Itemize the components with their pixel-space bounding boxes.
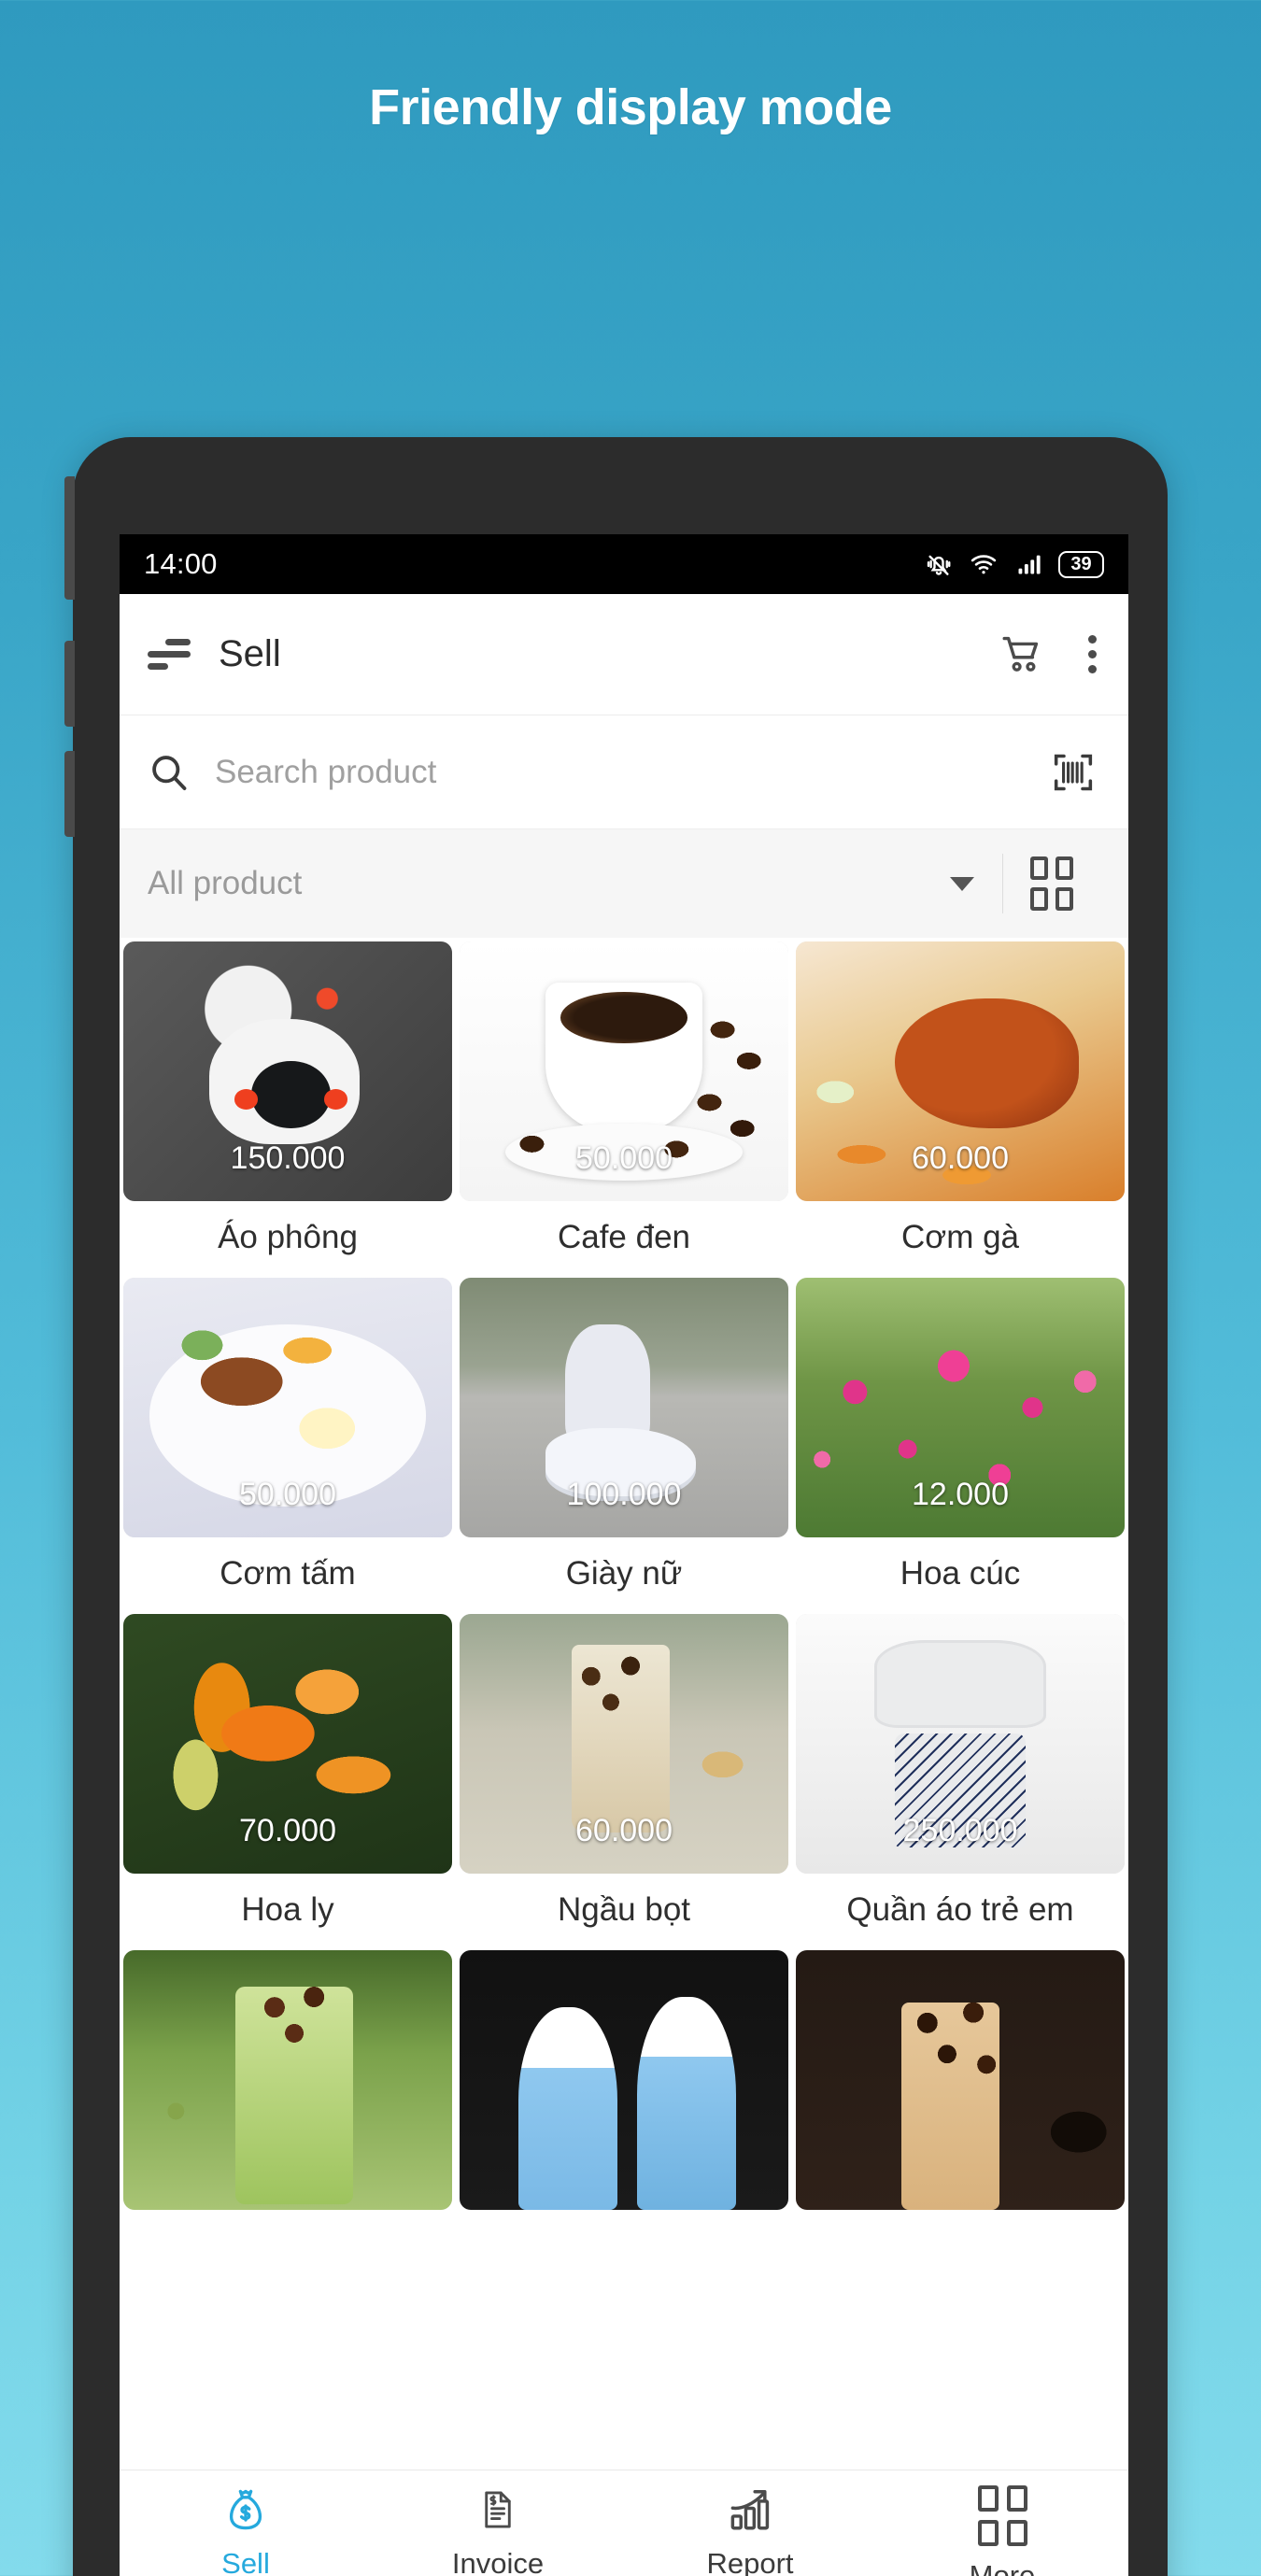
product-card[interactable]: 60.000 Cơm gà bbox=[796, 941, 1125, 1278]
product-name: Quần áo trẻ em bbox=[846, 1891, 1074, 1928]
product-image bbox=[123, 1950, 452, 2210]
product-card[interactable]: 12.000 Hoa cúc bbox=[796, 1278, 1125, 1614]
shopping-cart-icon[interactable] bbox=[998, 632, 1046, 677]
product-card[interactable]: 50.000 Cafe đen bbox=[460, 941, 788, 1278]
app-bar: Sell bbox=[120, 594, 1128, 715]
product-name: Ngầu bọt bbox=[557, 1891, 691, 1928]
bar-chart-trend-icon bbox=[730, 2489, 770, 2530]
chevron-down-icon bbox=[950, 876, 974, 891]
status-icon-group: 39 bbox=[925, 550, 1104, 578]
product-thumbnail[interactable]: 150.000 bbox=[123, 941, 452, 1201]
status-clock: 14:00 bbox=[144, 547, 218, 580]
product-card[interactable] bbox=[460, 1950, 788, 2210]
product-thumbnail[interactable]: 12.000 bbox=[796, 1278, 1125, 1537]
product-card[interactable]: 250.000 Quần áo trẻ em bbox=[796, 1614, 1125, 1950]
product-price: 150.000 bbox=[230, 1140, 346, 1176]
product-price: 70.000 bbox=[239, 1813, 336, 1848]
product-thumbnail[interactable]: 50.000 bbox=[460, 941, 788, 1201]
status-bar: 14:00 39 bbox=[120, 534, 1128, 594]
search-icon[interactable] bbox=[148, 751, 191, 794]
product-price: 60.000 bbox=[912, 1140, 1009, 1176]
page-title: Sell bbox=[219, 633, 281, 674]
product-card[interactable]: 50.000 Cơm tấm bbox=[123, 1278, 452, 1614]
product-thumbnail[interactable]: 100.000 bbox=[460, 1278, 788, 1537]
product-thumbnail[interactable] bbox=[123, 1950, 452, 2210]
filter-bar: All product bbox=[120, 829, 1128, 938]
bell-mute-icon bbox=[927, 555, 951, 575]
sort-menu-icon[interactable] bbox=[148, 638, 191, 671]
product-image bbox=[796, 1950, 1125, 2210]
battery-level-text: 39 bbox=[1070, 554, 1092, 574]
product-name: Giày nữ bbox=[565, 1555, 683, 1592]
grid-view-icon bbox=[1030, 856, 1073, 911]
product-name: Cơm gà bbox=[900, 1219, 1020, 1255]
product-card[interactable]: 60.000 Ngầu bọt bbox=[460, 1614, 788, 1950]
nav-label-invoice: Invoice bbox=[451, 2547, 545, 2576]
product-thumbnail[interactable] bbox=[796, 1950, 1125, 2210]
product-thumbnail[interactable]: 250.000 bbox=[796, 1614, 1125, 1874]
money-bag-icon bbox=[229, 2489, 262, 2530]
product-price: 100.000 bbox=[566, 1477, 682, 1512]
product-card[interactable] bbox=[123, 1950, 452, 2210]
product-name: Hoa cúc bbox=[900, 1555, 1021, 1592]
grid-more-icon bbox=[977, 2485, 1027, 2546]
nav-item-report[interactable]: Report bbox=[624, 2485, 876, 2576]
product-card[interactable] bbox=[796, 1950, 1125, 2210]
product-name: Cơm tấm bbox=[220, 1555, 356, 1592]
product-thumbnail[interactable]: 60.000 bbox=[460, 1614, 788, 1874]
wifi-icon bbox=[971, 555, 997, 574]
product-grid: 150.000 Áo phông 50.000 Cafe đen 60.000 Cơm g… bbox=[120, 938, 1128, 2210]
device-side-button-power[interactable] bbox=[64, 751, 75, 837]
device-side-button-volume-down[interactable] bbox=[64, 641, 75, 727]
nav-item-invoice[interactable]: Invoice bbox=[372, 2485, 624, 2576]
product-thumbnail[interactable]: 60.000 bbox=[796, 941, 1125, 1201]
product-card[interactable]: 70.000 Hoa ly bbox=[123, 1614, 452, 1950]
app-bar-actions bbox=[998, 632, 1097, 677]
category-dropdown[interactable]: All product bbox=[148, 829, 1002, 938]
product-card[interactable]: 150.000 Áo phông bbox=[123, 941, 452, 1278]
product-name: Hoa ly bbox=[241, 1891, 334, 1928]
product-image bbox=[460, 1950, 788, 2210]
search-bar bbox=[120, 715, 1128, 829]
device-side-button-volume-up[interactable] bbox=[64, 476, 75, 600]
phone-device-frame: 14:00 39 Sell Search product All product… bbox=[64, 437, 1168, 2576]
product-price: 50.000 bbox=[575, 1140, 673, 1176]
nav-item-more[interactable]: More bbox=[876, 2485, 1128, 2576]
signal-icon bbox=[1018, 555, 1041, 574]
product-price: 50.000 bbox=[239, 1477, 336, 1512]
product-name: Áo phông bbox=[218, 1219, 358, 1255]
search-input[interactable] bbox=[215, 753, 1050, 791]
bottom-navigation: Sell Invoice Report More bbox=[120, 2470, 1128, 2576]
barcode-scan-icon[interactable] bbox=[1050, 749, 1097, 796]
product-thumbnail[interactable]: 50.000 bbox=[123, 1278, 452, 1537]
phone-screen: 14:00 39 Sell Search product All product… bbox=[120, 534, 1128, 2576]
tshirt-bear-graphic bbox=[234, 1060, 348, 1129]
nav-label-report: Report bbox=[706, 2547, 794, 2576]
product-thumbnail[interactable]: 70.000 bbox=[123, 1614, 452, 1874]
promo-headline: Friendly display mode bbox=[369, 79, 892, 135]
product-price: 60.000 bbox=[575, 1813, 673, 1848]
nav-label-more: More bbox=[969, 2559, 1036, 2576]
invoice-document-icon bbox=[485, 2491, 511, 2528]
more-vertical-icon[interactable] bbox=[1087, 635, 1097, 673]
product-price: 12.000 bbox=[912, 1477, 1009, 1512]
product-card[interactable]: 100.000 Giày nữ bbox=[460, 1278, 788, 1614]
product-name: Cafe đen bbox=[557, 1219, 691, 1255]
nav-label-sell: Sell bbox=[221, 2547, 270, 2576]
product-thumbnail[interactable] bbox=[460, 1950, 788, 2210]
nav-item-sell[interactable]: Sell bbox=[120, 2485, 372, 2576]
grid-view-toggle[interactable] bbox=[1003, 856, 1100, 911]
product-price: 250.000 bbox=[902, 1813, 1018, 1848]
category-dropdown-value: All product bbox=[148, 865, 303, 901]
battery-icon: 39 bbox=[1058, 550, 1104, 578]
